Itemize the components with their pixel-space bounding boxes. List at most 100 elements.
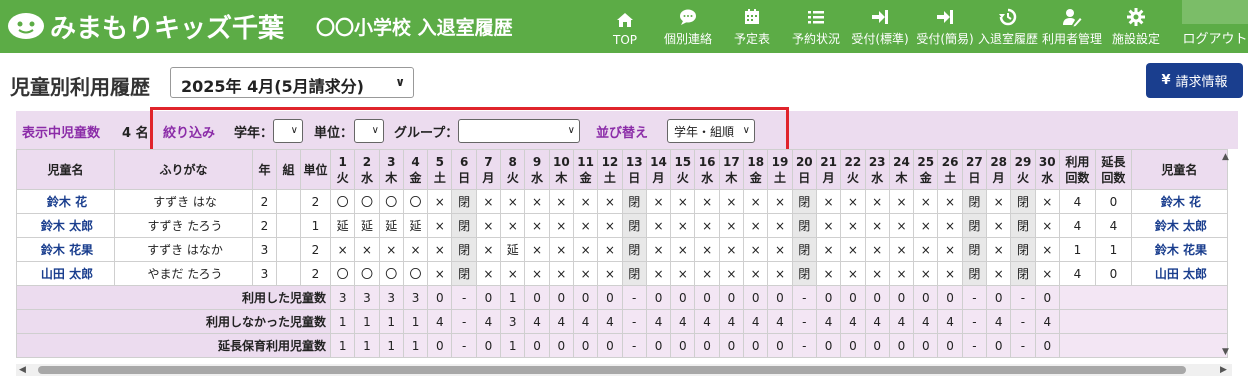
summary-cell: 0 (1034, 333, 1060, 358)
summary-cell: 1 (500, 285, 526, 310)
day-header: 2水 (354, 149, 380, 190)
attendance-cell: × (548, 237, 574, 262)
attendance-cell: 〇 (402, 261, 429, 286)
child-name-link[interactable]: 鈴木 花果 (1155, 243, 1207, 257)
summary-cell: - (791, 285, 817, 310)
day-number: 19 (771, 154, 789, 169)
scroll-left-icon[interactable]: ◀ (19, 365, 26, 375)
child-name-link[interactable]: 鈴木 花果 (41, 243, 93, 257)
billing-info-button[interactable]: ¥ 請求情報 (1146, 63, 1243, 98)
attendance-cell: × (815, 261, 842, 286)
day-header: 25 金 (913, 149, 939, 190)
attendance-cell: × (572, 237, 599, 262)
day-number: 25 (917, 154, 935, 169)
day-number: 26 (941, 154, 959, 169)
summary-cell: 0 (597, 333, 623, 358)
summary-cell: 0 (572, 333, 599, 358)
attendance-cell: 延 (402, 213, 429, 238)
scroll-right-icon[interactable]: ▶ (1220, 365, 1227, 375)
scroll-up-icon[interactable]: ▲ (1222, 152, 1229, 162)
attendance-cell: × (864, 213, 890, 238)
nav-reception-standard[interactable]: 受付(標準) (848, 0, 912, 53)
attendance-cell: × (500, 189, 526, 214)
day-number: 15 (674, 154, 692, 169)
summary-cell: 0 (864, 333, 890, 358)
summary-cell: 0 (888, 285, 915, 310)
day-weekday: 水 (1041, 170, 1054, 185)
nav-history[interactable]: 入退室履歴 (977, 0, 1039, 53)
attendance-cell: × (500, 261, 526, 286)
page-header-title: 〇〇小学校 入退室履歴 (316, 17, 513, 39)
day-number: 30 (1038, 154, 1056, 169)
attendance-cell: × (670, 213, 696, 238)
count-value: 4 名 (122, 126, 149, 141)
header-name-right: 児童名 (1130, 149, 1228, 190)
day-header: 10 木 (548, 149, 574, 190)
day-header: 7月 (475, 149, 502, 190)
attendance-cell: × (913, 189, 939, 214)
attendance-cell: × (718, 261, 745, 286)
attendance-cell: × (840, 189, 866, 214)
child-name-link[interactable]: 鈴木 太郎 (1155, 219, 1207, 233)
nav-facility-settings[interactable]: 施設設定 (1110, 0, 1162, 53)
attendance-cell: × (524, 237, 550, 262)
child-name-link[interactable]: 鈴木 太郎 (41, 219, 93, 233)
use-count-cell: 4 (1058, 189, 1096, 214)
nav-top[interactable]: TOP (605, 0, 645, 53)
attendance-cell: × (937, 261, 963, 286)
month-select-value: 2025年 4月(5月請求分) (181, 77, 364, 96)
day-number: 21 (820, 154, 837, 169)
logout-link[interactable]: ログアウト (1182, 28, 1248, 47)
attendance-cell: 閉 (621, 213, 647, 238)
child-name-link[interactable]: 山田 太郎 (41, 267, 93, 281)
day-weekday: 日 (968, 170, 981, 185)
nav-reservations[interactable]: 予約状況 (788, 0, 844, 53)
day-header: 18 金 (743, 149, 769, 190)
history-icon (999, 8, 1017, 26)
list-icon (808, 11, 824, 24)
summary-cell: 3 (402, 285, 429, 310)
day-header: 16 水 (694, 149, 720, 190)
summary-cell: - (791, 309, 817, 334)
day-number: 8 (508, 154, 517, 169)
nav-schedule[interactable]: 予定表 (728, 0, 776, 53)
day-number: 11 (577, 154, 594, 169)
nav-user-management[interactable]: 利用者管理 (1041, 0, 1103, 53)
app-logo[interactable]: みまもりキッズ千葉 (6, 9, 284, 44)
attendance-cell: 〇 (354, 189, 380, 214)
scroll-down-icon[interactable]: ▼ (1222, 347, 1229, 357)
use-count-cell: 1 (1058, 237, 1096, 262)
nav-messages[interactable]: 個別連絡 (660, 0, 716, 53)
day-weekday: 火 (676, 170, 689, 185)
attendance-cell: 閉 (791, 237, 817, 262)
attendance-cell: 〇 (329, 261, 356, 286)
attendance-cell: × (427, 237, 453, 262)
summary-cell: 0 (475, 285, 502, 310)
attendance-cell: × (694, 213, 720, 238)
child-name-link[interactable]: 鈴木 花 (47, 195, 87, 209)
day-number: 29 (1014, 154, 1032, 169)
day-number: 24 (893, 154, 910, 169)
child-name-link[interactable]: 山田 太郎 (1155, 267, 1207, 281)
child-name-link[interactable]: 鈴木 花 (1161, 195, 1201, 209)
summary-cell: 0 (670, 285, 696, 310)
day-weekday: 火 (1016, 170, 1029, 185)
attendance-cell: × (475, 213, 502, 238)
nav-reception-simple[interactable]: 受付(簡易) (913, 0, 977, 53)
summary-cell: 0 (670, 333, 696, 358)
day-number: 23 (868, 154, 886, 169)
attendance-cell: × (815, 237, 842, 262)
scrollbar-thumb[interactable] (38, 366, 1186, 374)
day-weekday: 火 (506, 170, 519, 185)
month-select[interactable]: 2025年 4月(5月請求分) ∨ (170, 67, 414, 98)
attendance-cell: 閉 (961, 189, 988, 214)
attendance-cell: 閉 (621, 237, 647, 262)
summary-cell: 0 (815, 285, 842, 310)
attendance-cell: 閉 (451, 261, 477, 286)
summary-cell: 4 (986, 309, 1012, 334)
summary-cell: 4 (913, 309, 939, 334)
attendance-cell: 閉 (1010, 189, 1036, 214)
attendance-cell: × (500, 213, 526, 238)
summary-cell: 1 (402, 333, 429, 358)
day-header: 8火 (500, 149, 526, 190)
